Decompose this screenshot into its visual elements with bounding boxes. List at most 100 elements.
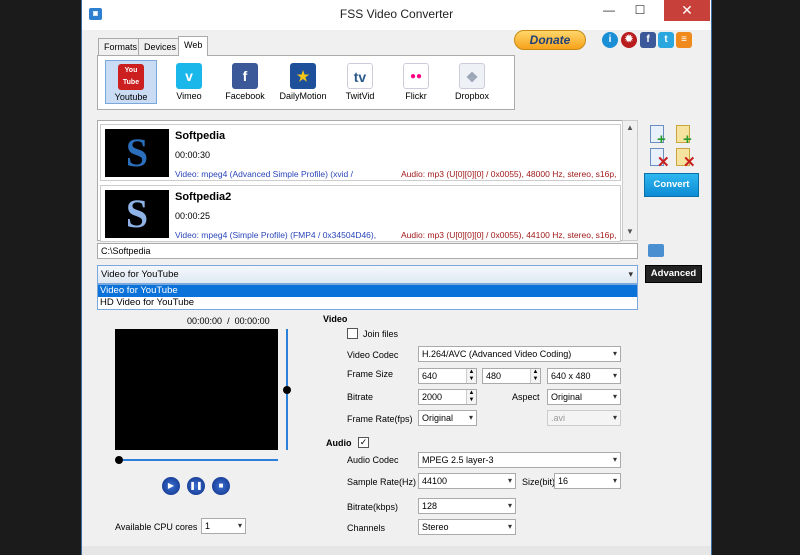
tab-formats[interactable]: Formats bbox=[98, 38, 144, 55]
remove-icon: ✕ bbox=[657, 154, 670, 171]
window-bottom-edge bbox=[82, 546, 711, 555]
close-button[interactable]: ✕ bbox=[664, 0, 710, 21]
frame-size-preset-value: 640 x 480 bbox=[551, 371, 591, 381]
site-label: Dropbox bbox=[454, 91, 490, 101]
frame-width-value: 640 bbox=[422, 371, 438, 381]
sample-rate-select[interactable]: 44100 ▾ bbox=[418, 473, 516, 489]
spinner-arrows-icon[interactable]: ▲ ▼ bbox=[466, 369, 476, 383]
facebook-icon[interactable]: f bbox=[640, 32, 656, 48]
add-folder-button[interactable]: + bbox=[674, 125, 696, 147]
browse-folder-icon[interactable] bbox=[648, 244, 664, 257]
bitrate-label: Bitrate bbox=[347, 392, 374, 402]
video-codec-select[interactable]: H.264/AVC (Advanced Video Coding) ▾ bbox=[418, 346, 621, 362]
file-video-info: Video: mpeg4 (Simple Profile) (FMP4 / 0x… bbox=[175, 230, 377, 240]
remove-all-button[interactable]: ✕ bbox=[674, 148, 696, 170]
spinner-arrows-icon[interactable]: ▲ ▼ bbox=[466, 390, 476, 404]
file-thumbnail: S bbox=[105, 129, 169, 177]
file-list[interactable]: S Softpedia 00:00:30 Video: mpeg4 (Advan… bbox=[97, 120, 638, 242]
pause-button[interactable]: ❚❚ bbox=[187, 477, 205, 495]
rss-icon[interactable]: ≡ bbox=[676, 32, 692, 48]
total-time: 00:00:00 bbox=[234, 316, 270, 326]
title-bar: ▣ FSS Video Converter — ☐ ✕ bbox=[82, 0, 711, 30]
profile-select[interactable]: Video for YouTube ▾ bbox=[97, 265, 638, 284]
audio-enabled-checkbox[interactable]: ✓ bbox=[358, 437, 369, 448]
info-icon[interactable]: i bbox=[602, 32, 618, 48]
tab-web[interactable]: Web bbox=[178, 36, 209, 56]
join-files-checkbox[interactable] bbox=[347, 328, 358, 339]
aspect-value: Original bbox=[551, 392, 583, 402]
channels-select[interactable]: Stereo ▾ bbox=[418, 519, 516, 535]
cpu-cores-select[interactable]: 1 ▾ bbox=[201, 518, 246, 534]
list-item[interactable]: S Softpedia2 00:00:25 Video: mpeg4 (Simp… bbox=[100, 185, 621, 242]
site-vimeo[interactable]: v Vimeo bbox=[163, 60, 215, 104]
audio-bitrate-select[interactable]: 128 ▾ bbox=[418, 498, 516, 514]
twitter-icon[interactable]: t bbox=[658, 32, 674, 48]
bitrate-value: 2000 bbox=[422, 392, 443, 402]
facebook-icon: f bbox=[232, 63, 258, 89]
volume-slider-handle[interactable] bbox=[283, 386, 291, 394]
site-facebook[interactable]: f Facebook bbox=[219, 60, 271, 104]
profile-option[interactable]: Video for YouTube bbox=[98, 285, 637, 297]
site-label: TwitVid bbox=[345, 91, 375, 101]
plus-icon: + bbox=[683, 131, 692, 148]
add-file-button[interactable]: + bbox=[648, 125, 670, 147]
frame-width-spinner[interactable]: 640 ▲ ▼ bbox=[418, 368, 477, 384]
convert-button[interactable]: Convert bbox=[644, 173, 699, 197]
audio-codec-select[interactable]: MPEG 2.5 layer-3 ▾ bbox=[418, 452, 621, 468]
site-twitvid[interactable]: tv TwitVid bbox=[334, 60, 386, 104]
audio-bitrate-value: 128 bbox=[422, 501, 438, 511]
site-youtube[interactable]: You Tube Youtube bbox=[105, 60, 157, 104]
container-value: .avi bbox=[551, 413, 566, 423]
site-dailymotion[interactable]: ★ DailyMotion bbox=[277, 60, 329, 104]
seek-slider[interactable] bbox=[117, 459, 278, 461]
stop-button[interactable]: ■ bbox=[212, 477, 230, 495]
chevron-down-icon: ▾ bbox=[507, 522, 512, 531]
audio-codec-value: MPEG 2.5 layer-3 bbox=[422, 455, 494, 465]
advanced-button[interactable]: Advanced bbox=[645, 265, 702, 283]
bitrate-spinner[interactable]: 2000 ▲ ▼ bbox=[418, 389, 477, 405]
container-select: .avi ▾ bbox=[547, 410, 621, 426]
site-flickr[interactable]: ●● Flickr bbox=[390, 60, 442, 104]
maximize-button[interactable]: ☐ bbox=[625, 0, 655, 21]
spinner-arrows-icon[interactable]: ▲ ▼ bbox=[530, 369, 540, 383]
chevron-down-icon: ▾ bbox=[468, 413, 473, 422]
join-files-label: Join files bbox=[363, 329, 399, 339]
file-list-scrollbar[interactable]: ▲ ▼ bbox=[622, 120, 638, 241]
profile-option[interactable]: HD Video for YouTube bbox=[98, 297, 637, 309]
file-video-info: Video: mpeg4 (Advanced Simple Profile) (… bbox=[175, 169, 353, 179]
profile-selected: Video for YouTube bbox=[101, 269, 179, 280]
chevron-down-icon[interactable]: ▾ bbox=[628, 266, 633, 283]
play-button[interactable]: ▶ bbox=[162, 477, 180, 495]
size-bit-select[interactable]: 16 ▾ bbox=[554, 473, 621, 489]
scroll-up-icon[interactable]: ▲ bbox=[626, 123, 634, 132]
file-audio-info: Audio: mp3 (U[0][0][0] / 0x0055), 44100 … bbox=[401, 230, 617, 240]
bug-icon[interactable]: ✹ bbox=[621, 32, 637, 48]
chevron-down-icon: ▾ bbox=[507, 476, 512, 485]
frame-rate-select[interactable]: Original ▾ bbox=[418, 410, 477, 426]
frame-height-spinner[interactable]: 480 ▲ ▼ bbox=[482, 368, 541, 384]
seek-slider-handle[interactable] bbox=[115, 456, 123, 464]
output-path-field[interactable]: C:\Softpedia bbox=[97, 243, 638, 259]
minimize-button[interactable]: — bbox=[594, 0, 624, 21]
site-label: Facebook bbox=[225, 91, 265, 101]
remove-file-button[interactable]: ✕ bbox=[648, 148, 670, 170]
chevron-down-icon: ▾ bbox=[612, 392, 617, 401]
cpu-cores-value: 1 bbox=[205, 521, 211, 531]
aspect-select[interactable]: Original ▾ bbox=[547, 389, 621, 405]
cpu-cores-label: Available CPU cores bbox=[115, 522, 198, 532]
file-duration: 00:00:30 bbox=[175, 150, 211, 160]
scroll-down-icon[interactable]: ▼ bbox=[626, 227, 634, 236]
size-bit-value: 16 bbox=[558, 476, 569, 486]
audio-bitrate-label: Bitrate(kbps) bbox=[347, 502, 399, 512]
donate-button[interactable]: Donate bbox=[514, 30, 586, 50]
list-item[interactable]: S Softpedia 00:00:30 Video: mpeg4 (Advan… bbox=[100, 124, 621, 181]
site-label: Vimeo bbox=[176, 91, 202, 101]
tab-devices[interactable]: Devices bbox=[138, 38, 183, 55]
dailymotion-icon: ★ bbox=[290, 63, 316, 89]
profile-dropdown-list[interactable]: Video for YouTube HD Video for YouTube bbox=[97, 284, 638, 310]
frame-rate-value: Original bbox=[422, 413, 454, 423]
current-time: 00:00:00 bbox=[187, 316, 223, 326]
site-dropbox[interactable]: ❖ Dropbox bbox=[446, 60, 498, 104]
frame-size-preset-select[interactable]: 640 x 480 ▾ bbox=[547, 368, 621, 384]
twitvid-icon: tv bbox=[347, 63, 373, 89]
